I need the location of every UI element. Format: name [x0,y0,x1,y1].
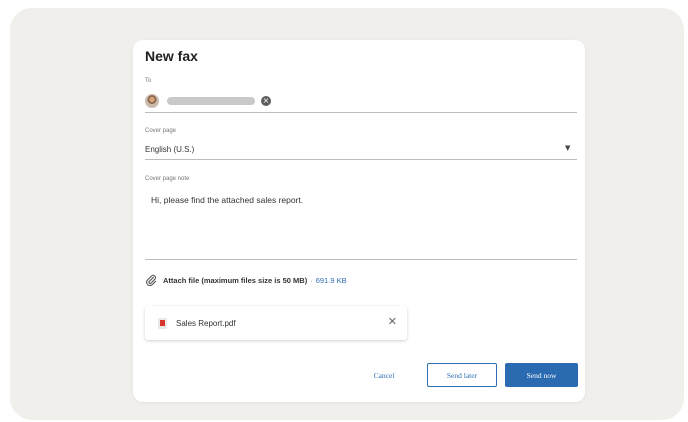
close-icon[interactable]: ✕ [388,316,397,328]
cover-page-divider [145,159,577,160]
send-later-button[interactable]: Send later [427,363,497,387]
paperclip-icon [146,274,157,286]
cover-page-label: Cover page [145,128,177,134]
page-background: New fax To × Cover page English (U.S.) ▼… [10,8,684,420]
recipient-chip[interactable] [167,97,255,105]
attach-separator: · [310,275,313,285]
new-fax-dialog: New fax To × Cover page English (U.S.) ▼… [133,40,585,402]
caret-down-icon[interactable]: ▼ [565,144,570,152]
close-icon[interactable]: × [261,96,271,106]
to-divider [145,112,577,113]
cancel-button[interactable]: Cancel [359,363,409,387]
note-divider [145,259,577,260]
to-label: To [145,78,152,84]
attachment-name: Sales Report.pdf [176,318,236,328]
attachment-card: Sales Report.pdf ✕ [145,306,407,340]
avatar [145,94,159,108]
to-field[interactable]: × [145,92,271,110]
cover-page-select[interactable]: English (U.S.) [145,145,194,154]
send-now-button[interactable]: Send now [505,363,578,387]
dialog-title: New fax [145,48,198,64]
cover-page-note-input[interactable]: Hi, please find the attached sales repor… [151,195,303,205]
attach-file-label: Attach file (maximum files size is 50 MB… [163,275,308,285]
pdf-icon [158,317,167,329]
attach-file-link[interactable]: Attach file (maximum files size is 50 MB… [145,274,347,286]
attachment-size: 691.9 KB [315,275,347,285]
cover-page-note-label: Cover page note [145,176,190,182]
